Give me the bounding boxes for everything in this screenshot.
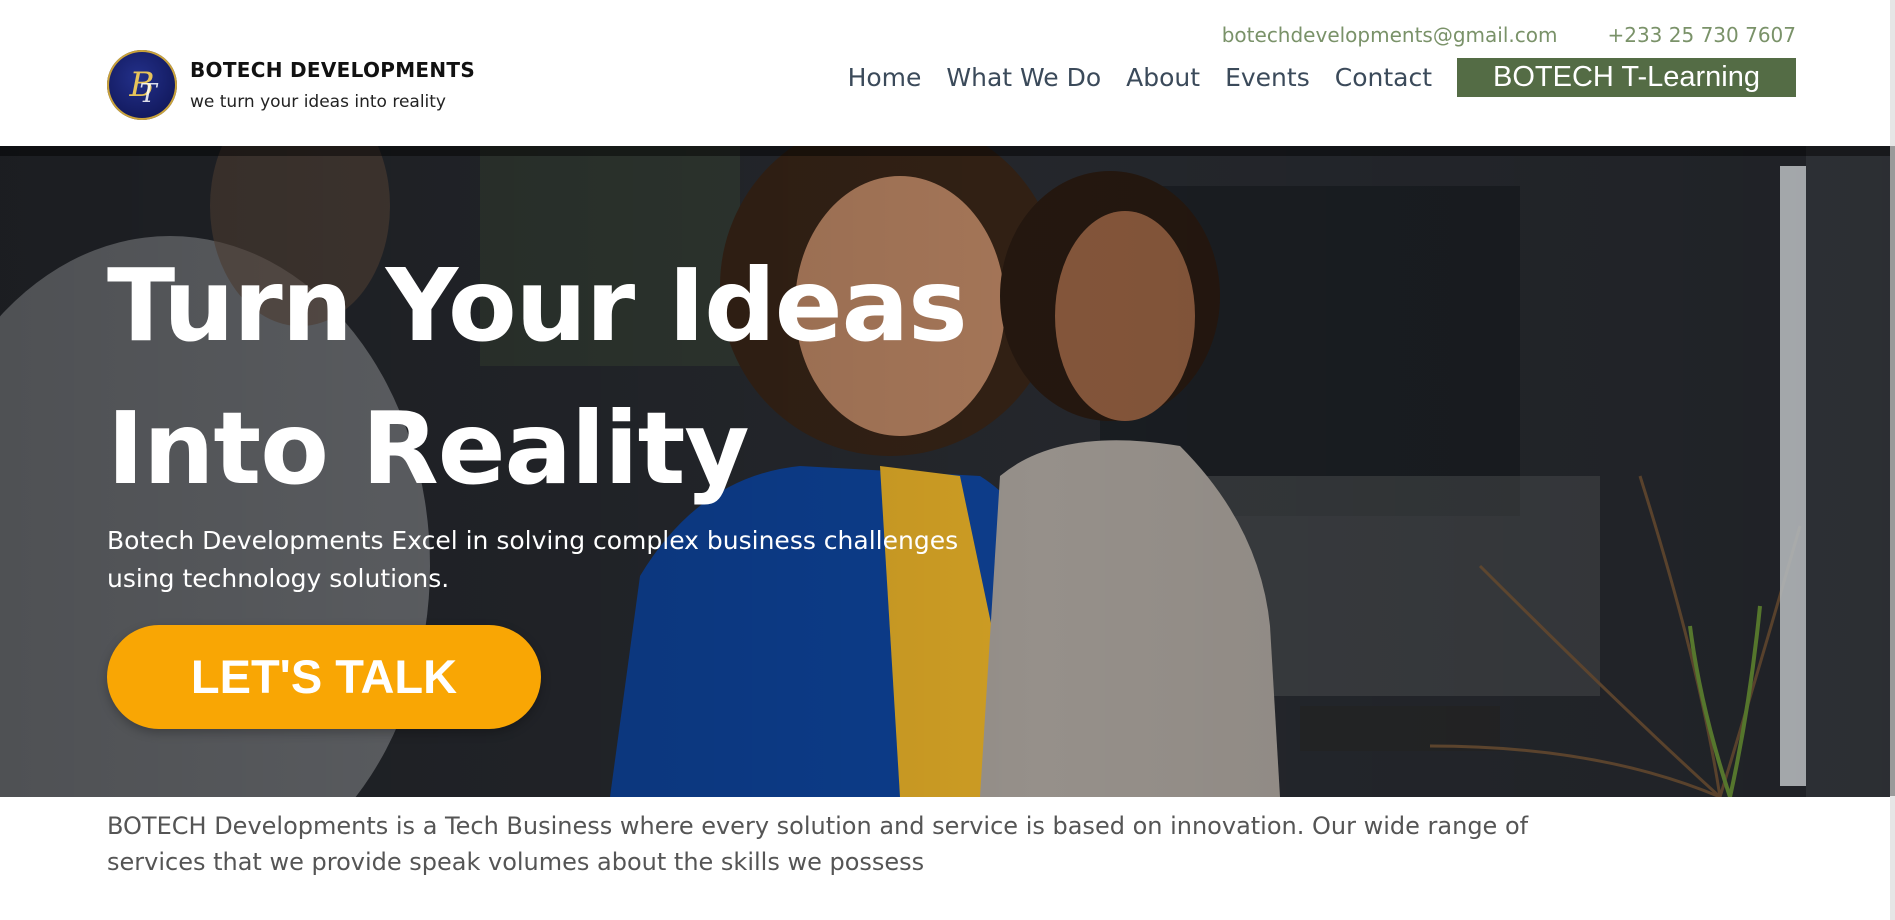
nav-item-events[interactable]: Events	[1225, 63, 1310, 92]
hero-heading-line-1: Turn Your Ideas	[107, 247, 968, 364]
svg-text:T: T	[139, 79, 158, 109]
logo-monogram-icon: B T	[129, 65, 159, 109]
nav-item-what-we-do[interactable]: What We Do	[946, 63, 1101, 92]
brand-tagline: we turn your ideas into reality	[190, 92, 446, 112]
nav-item-home[interactable]: Home	[848, 63, 922, 92]
nav-item-contact[interactable]: Contact	[1335, 63, 1432, 92]
contact-phone[interactable]: +233 25 730 7607	[1607, 23, 1796, 47]
hero-subtitle: Botech Developments Excel in solving com…	[107, 526, 959, 593]
hero-top-shadow	[0, 146, 1890, 156]
scrollbar-thumb[interactable]	[1890, 146, 1895, 796]
brand-logo[interactable]: B T	[107, 50, 177, 120]
contact-email[interactable]: botechdevelopments@gmail.com	[1222, 23, 1558, 47]
brand-name[interactable]: BOTECH DEVELOPMENTS	[190, 58, 475, 82]
nav-item-about[interactable]: About	[1126, 63, 1200, 92]
hero-heading: Turn Your Ideas Into Reality	[107, 234, 968, 520]
hero-heading-line-2: Into Reality	[107, 390, 750, 507]
contact-info: botechdevelopments@gmail.com +233 25 730…	[1222, 23, 1796, 47]
hero-section: Turn Your Ideas Into Reality Botech Deve…	[0, 146, 1890, 797]
brand-block: BOTECH DEVELOPMENTS we turn your ideas i…	[190, 58, 475, 112]
site-header: B T BOTECH DEVELOPMENTS we turn your ide…	[0, 0, 1895, 146]
intro-paragraph: BOTECH Developments is a Tech Business w…	[107, 812, 1529, 876]
t-learning-button[interactable]: BOTECH T-Learning	[1457, 58, 1796, 97]
main-nav: Home What We Do About Events Contact BOT…	[823, 58, 1796, 97]
page-scrollbar[interactable]	[1890, 0, 1895, 920]
lets-talk-button[interactable]: LET'S TALK	[107, 625, 541, 729]
